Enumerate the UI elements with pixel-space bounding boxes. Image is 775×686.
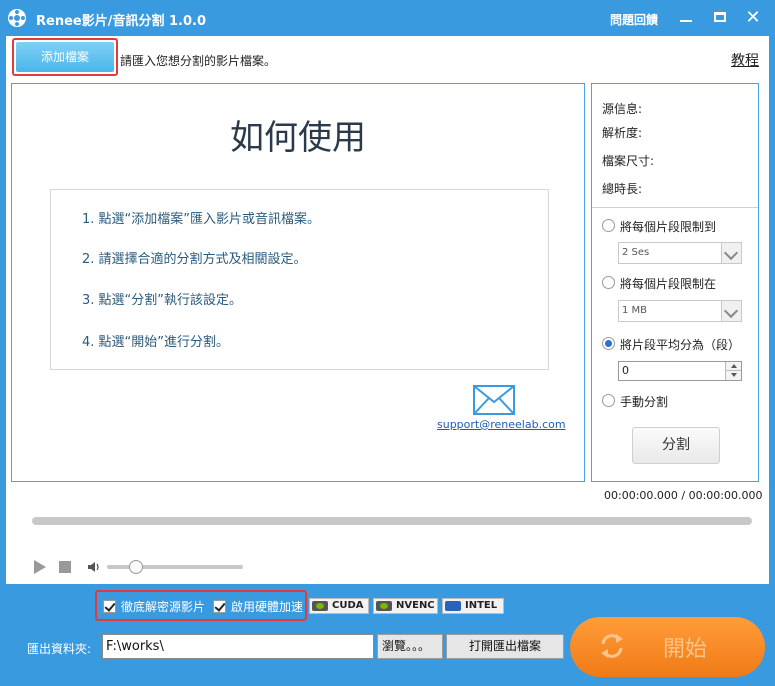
step-1: 1. 點選“添加檔案”匯入影片或音訊檔案。 [82,212,321,227]
volume-slider-thumb[interactable] [129,560,143,574]
size-select-value: 1 MB [622,305,648,316]
maximize-icon [714,12,726,22]
add-file-hint: 請匯入您想分割的影片檔案。 [120,54,277,68]
cuda-badge: CUDA [309,598,369,614]
add-file-button-highlight: 添加檔案 [12,38,118,76]
feedback-link[interactable]: 問題回饋 [610,11,658,28]
resolution-label: 解析度: [602,126,643,140]
segments-value: 0 [622,364,629,377]
hw-accel-label: 啟用硬體加速 [231,600,304,614]
maximize-button[interactable] [708,6,732,30]
manual-split-label: 手動分割 [620,395,669,409]
radio-manual-split[interactable] [602,394,615,407]
divider [592,207,758,208]
size-select[interactable]: 1 MB [618,300,742,322]
volume-slider[interactable] [107,565,243,569]
close-button[interactable]: ✕ [741,6,765,30]
source-info-label: 源信息: [602,102,643,116]
stepper-up-icon[interactable] [725,362,741,371]
split-button[interactable]: 分割 [632,427,720,464]
chevron-down-icon[interactable] [721,301,741,321]
average-segments-label: 將片段平均分為（段） [620,338,741,352]
cuda-badge-label: CUDA [332,600,364,611]
settings-panel: 源信息: 解析度: 檔案尺寸: 總時長: 將每個片段限制到 2 Ses 將每個片… [591,83,759,482]
segments-stepper[interactable]: 0 [618,361,742,381]
tutorial-link[interactable]: 教程 [731,50,759,70]
nvenc-badge-label: NVENC [396,600,435,611]
file-size-label: 檔案尺寸: [602,154,655,168]
output-folder-label: 匯出資料夾: [27,642,92,656]
minimize-icon [680,20,692,22]
title-bar: Renee影片/音訊分割 1.0.0 問題回饋 ✕ [0,0,775,36]
start-button-label: 開始 [663,637,708,662]
volume-icon[interactable] [87,560,101,574]
mail-icon[interactable] [473,385,515,415]
output-folder-input[interactable]: F:\works\ [102,634,374,659]
chevron-down-icon[interactable] [721,243,741,263]
intel-badge-label: INTEL [465,600,498,611]
decrypt-checkbox[interactable] [103,600,116,613]
step-3: 3. 點選“分割”執行該設定。 [82,293,243,308]
add-file-button[interactable]: 添加檔案 [16,42,114,72]
play-icon[interactable] [34,560,46,574]
steps-box: 1. 點選“添加檔案”匯入影片或音訊檔案。 2. 請選擇合適的分割方式及相關設定… [50,189,549,370]
start-button[interactable]: 開始 [570,617,765,677]
refresh-icon [601,634,623,658]
decrypt-label: 徹底解密源影片 [121,600,206,614]
stepper-down-icon[interactable] [725,371,741,380]
duration-select-value: 2 Ses [622,247,650,258]
stop-icon[interactable] [59,561,71,573]
progress-bar[interactable] [32,517,752,525]
radio-limit-size[interactable] [602,276,615,289]
minimize-button[interactable] [674,6,698,30]
window-title: Renee影片/音訊分割 1.0.0 [36,14,207,29]
intel-badge: INTEL [442,598,504,614]
close-icon: ✕ [745,7,761,28]
time-display: 00:00:00.000 / 00:00:00.000 [604,489,763,502]
hw-accel-checkbox[interactable] [213,600,226,613]
duration-label: 總時長: [602,182,643,196]
nvenc-badge: NVENC [373,598,438,614]
main-area: 添加檔案 請匯入您想分割的影片檔案。 教程 如何使用 1. 點選“添加檔案”匯入… [6,36,769,584]
intel-logo-icon [445,601,461,611]
howto-title: 如何使用 [230,118,366,158]
nvidia-logo-icon [312,601,328,611]
limit-duration-label: 將每個片段限制到 [620,220,717,234]
film-reel-icon [8,9,26,27]
options-highlight: 徹底解密源影片 啟用硬體加速 [95,590,307,621]
support-email-link[interactable]: support@reneelab.com [437,418,566,431]
step-2: 2. 請選擇合適的分割方式及相關設定。 [82,252,307,267]
step-4: 4. 點選“開始”進行分割。 [82,335,230,350]
limit-size-label: 將每個片段限制在 [620,277,717,291]
duration-select[interactable]: 2 Ses [618,242,742,264]
radio-average-segments[interactable] [602,337,615,350]
radio-limit-duration[interactable] [602,219,615,232]
browse-button[interactable]: 瀏覽。。。 [377,634,443,659]
nvidia-logo-icon [376,601,392,611]
howto-panel: 如何使用 1. 點選“添加檔案”匯入影片或音訊檔案。 2. 請選擇合適的分割方式… [11,83,585,482]
open-output-button[interactable]: 打開匯出檔案 [446,634,564,659]
